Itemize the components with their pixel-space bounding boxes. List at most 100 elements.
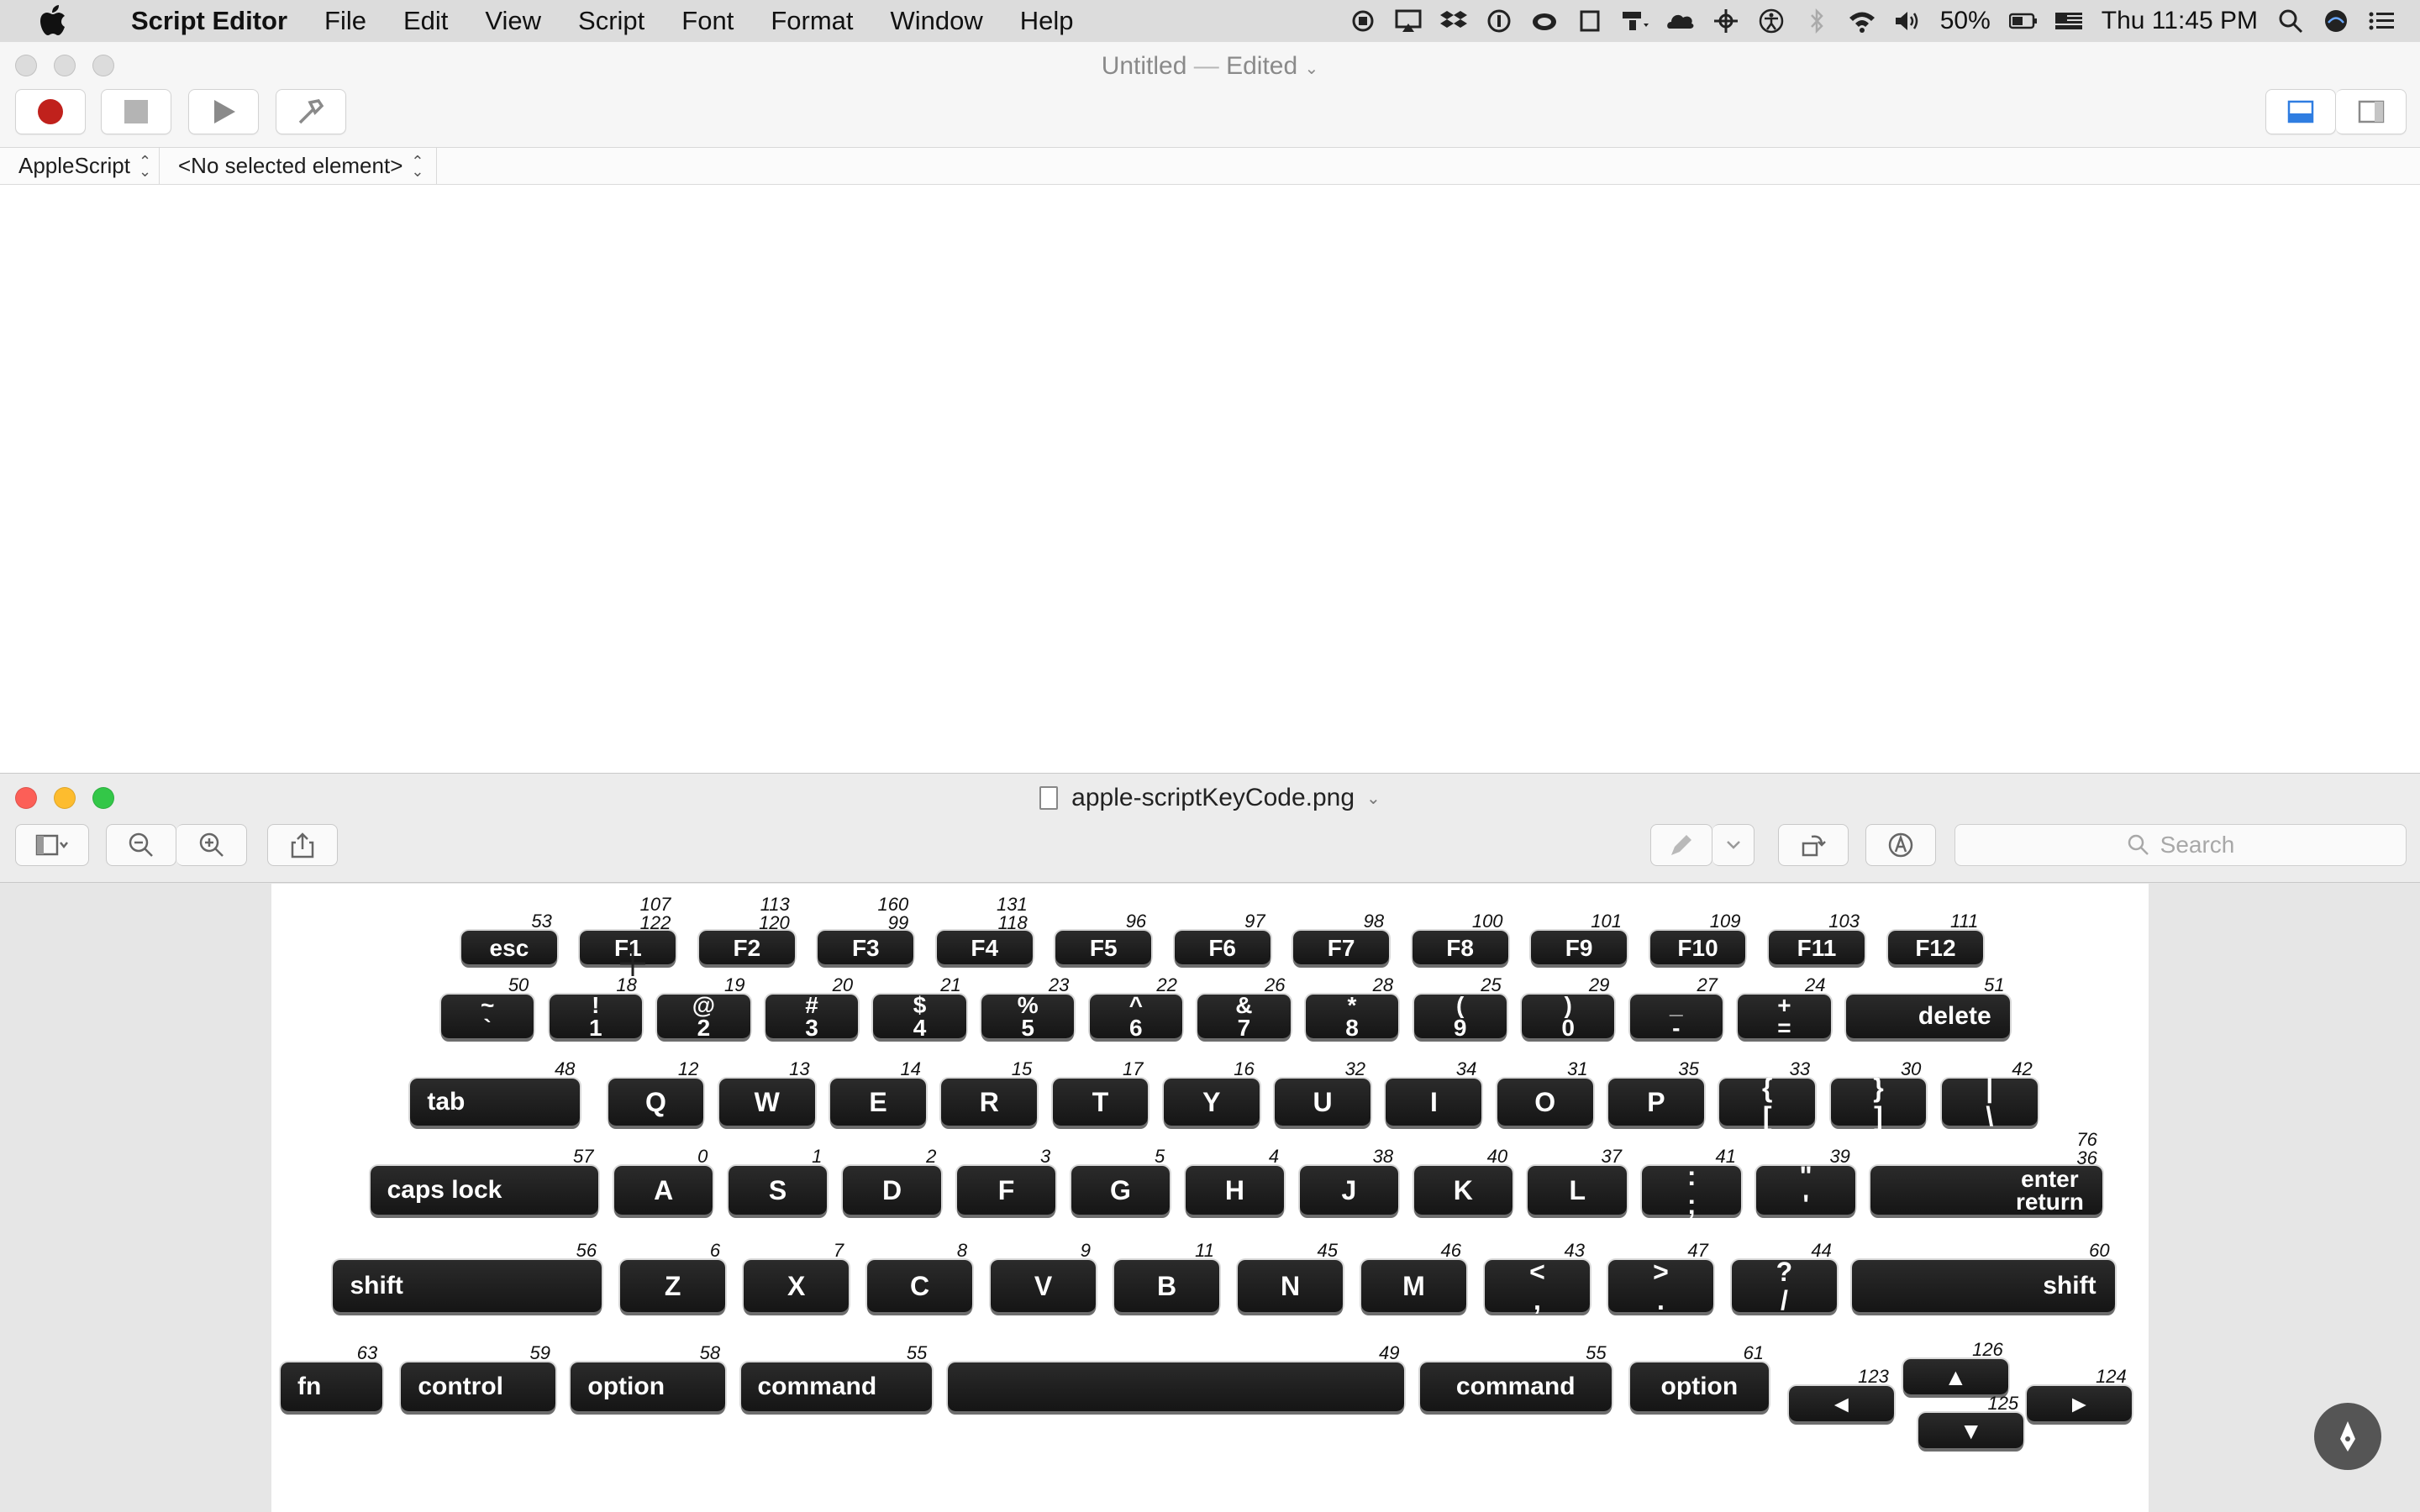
- keycode-number: 21: [940, 974, 961, 995]
- accessibility-icon[interactable]: [1756, 8, 1786, 34]
- keycode-number: 14: [900, 1058, 921, 1079]
- cloud-icon[interactable]: [1665, 8, 1696, 34]
- menu-file[interactable]: File: [306, 0, 385, 42]
- key-h: H: [1185, 1166, 1285, 1215]
- markup-options-button[interactable]: [1712, 824, 1754, 866]
- key-label: R: [979, 1087, 999, 1117]
- menu-window[interactable]: Window: [872, 0, 1002, 42]
- script-text-area[interactable]: [0, 186, 2420, 773]
- chevron-down-icon[interactable]: ⌄: [1366, 788, 1381, 809]
- key-label: ? /: [1776, 1257, 1793, 1315]
- key-label: ▼: [1959, 1417, 1983, 1444]
- key-label: F10: [1677, 934, 1718, 961]
- key-u: U: [1275, 1079, 1371, 1126]
- battery-icon[interactable]: [2008, 8, 2039, 34]
- keycode-number: 33: [1789, 1058, 1811, 1079]
- window-title[interactable]: Untitled — Edited ⌄: [0, 52, 2420, 81]
- creative-cloud-icon[interactable]: [1529, 8, 1560, 34]
- keycode-number: 8: [956, 1240, 968, 1261]
- key-w: W: [718, 1079, 815, 1126]
- keycode-number: 28: [1372, 974, 1394, 995]
- share-button[interactable]: [267, 824, 338, 866]
- key-l: L: [1528, 1166, 1628, 1215]
- show-inspector-button[interactable]: [2336, 89, 2407, 134]
- screen-record-icon[interactable]: [1348, 8, 1378, 34]
- element-popup[interactable]: <No selected element> ⌃ ⌄: [160, 147, 437, 185]
- display-menu-icon[interactable]: [1620, 8, 1650, 34]
- key-control: control: [401, 1362, 556, 1411]
- key-label: M: [1402, 1271, 1425, 1301]
- key-label: enter return: [2015, 1166, 2084, 1215]
- menu-clock[interactable]: Thu 11:45 PM: [2102, 7, 2258, 35]
- markup-toolbar-button[interactable]: [1865, 824, 1936, 866]
- share-icon: [291, 832, 314, 858]
- onepassword-icon[interactable]: [1484, 8, 1514, 34]
- window-icon[interactable]: [1575, 8, 1605, 34]
- keycode-number: 41: [1715, 1146, 1736, 1167]
- keycode-number: 20: [832, 974, 854, 995]
- title-chevron-icon[interactable]: ⌄: [1305, 60, 1319, 78]
- bluetooth-icon[interactable]: [1802, 8, 1832, 34]
- spotlight-icon[interactable]: [2275, 8, 2306, 34]
- key-x124-x92: | \: [1941, 1074, 2038, 1131]
- menu-script[interactable]: Script: [560, 0, 663, 42]
- stop-button[interactable]: [101, 89, 171, 134]
- key-x38-7: & 7: [1197, 994, 1291, 1040]
- record-button[interactable]: [15, 89, 86, 134]
- keycode-number: 60: [2089, 1240, 2110, 1261]
- sidebar-button[interactable]: [15, 824, 89, 866]
- key-option: option: [1629, 1362, 1770, 1411]
- markup-pen-button[interactable]: [1650, 824, 1712, 866]
- menu-format[interactable]: Format: [752, 0, 871, 42]
- keycode-number: 31: [1567, 1058, 1588, 1079]
- menu-edit[interactable]: Edit: [385, 0, 466, 42]
- feedback-pen-icon[interactable]: [2314, 1403, 2381, 1470]
- wifi-icon[interactable]: [1847, 8, 1877, 34]
- compile-button[interactable]: [276, 89, 346, 134]
- move-icon[interactable]: [1711, 8, 1741, 34]
- key-label: % 5: [1017, 992, 1039, 1041]
- preview-title[interactable]: apple-scriptKeyCode.png ⌄: [0, 784, 2420, 812]
- key-label: F7: [1327, 934, 1355, 961]
- menu-view[interactable]: View: [466, 0, 560, 42]
- key-label: B: [1157, 1271, 1177, 1301]
- keycode-number: 26: [1265, 974, 1286, 995]
- keycode-number: 59: [529, 1342, 551, 1363]
- menu-app-name[interactable]: Script Editor: [113, 0, 306, 42]
- search-field[interactable]: Search: [1954, 824, 2407, 866]
- language-popup[interactable]: AppleScript ⌃ ⌄: [0, 147, 160, 185]
- show-log-button[interactable]: [2265, 89, 2336, 134]
- key-f10: F10: [1649, 931, 1746, 964]
- key-label: F: [997, 1175, 1015, 1205]
- apple-menu-icon[interactable]: [39, 4, 89, 38]
- run-button[interactable]: [188, 89, 259, 134]
- document-name: Untitled: [1101, 52, 1187, 80]
- key-label: L: [1569, 1175, 1586, 1205]
- key-label: delete: [1918, 1002, 1991, 1030]
- airplay-icon[interactable]: [1393, 8, 1423, 34]
- zoom-out-button[interactable]: [106, 824, 176, 866]
- chevron-down-icon: [1726, 841, 1740, 849]
- key-label: F11: [1797, 934, 1837, 961]
- rotate-button[interactable]: [1778, 824, 1849, 866]
- menu-help[interactable]: Help: [1002, 0, 1092, 42]
- document-icon: [1039, 786, 1059, 810]
- volume-icon[interactable]: [1892, 8, 1923, 34]
- key-x9660: ▼: [1918, 1413, 2024, 1448]
- dropbox-icon[interactable]: [1439, 8, 1469, 34]
- notification-center-icon[interactable]: [2366, 8, 2396, 34]
- menu-font[interactable]: Font: [663, 0, 752, 42]
- key-label: Y: [1202, 1087, 1221, 1117]
- key-label: option: [1660, 1373, 1739, 1400]
- keycode-number: 101: [1591, 911, 1623, 932]
- input-source-flag-icon[interactable]: [2054, 8, 2084, 34]
- keycode-number: 96: [1125, 911, 1147, 932]
- key-j: J: [1299, 1166, 1399, 1215]
- key-x9650: ▲: [1902, 1359, 2008, 1394]
- search-icon: [2128, 834, 2149, 855]
- key-f9: F9: [1531, 931, 1628, 964]
- battery-percent[interactable]: 50%: [1940, 7, 1991, 35]
- crosshair-cursor-icon: [620, 951, 645, 976]
- zoom-in-button[interactable]: [176, 824, 247, 866]
- siri-icon[interactable]: [2321, 8, 2351, 34]
